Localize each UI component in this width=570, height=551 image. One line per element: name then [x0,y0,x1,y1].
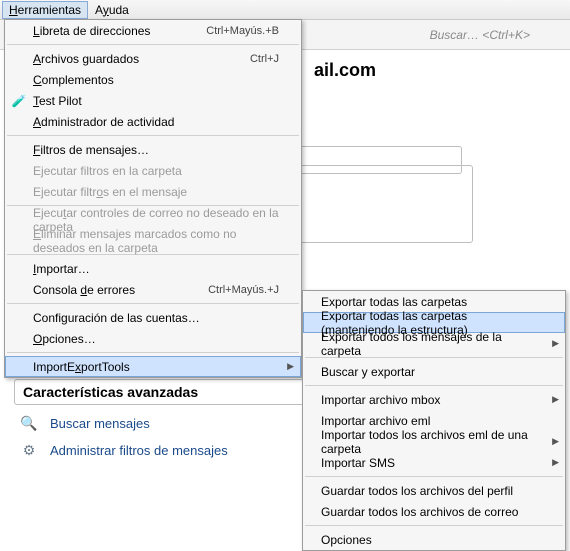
submenu-opciones[interactable]: Opciones [303,529,565,550]
menu-libreta-direcciones[interactable]: Libreta de direcciones Libreta de direcc… [5,20,301,41]
label: Guardar todos los archivos de correo [321,505,518,519]
menu-administrador-actividad[interactable]: Administrador de actividad Administrador… [5,111,301,132]
submenu-buscar-exportar[interactable]: Buscar y exportar [303,361,565,382]
import-export-tools-submenu: Exportar todas las carpetas Exportar tod… [302,290,566,551]
label: Exportar todos los mensajes de la carpet… [321,330,543,358]
filter-icon: ⚙ [18,442,40,459]
label: Guardar todos los archivos del perfil [321,484,513,498]
shortcut: Ctrl+J [250,53,279,65]
menu-consola-errores[interactable]: Consola de errores Consola de errores Ct… [5,279,301,300]
label: Importar archivo mbox [321,393,440,407]
search-icon: 🔍 [18,415,40,432]
menu-complementos[interactable]: Complementos Complementos [5,69,301,90]
label: Importar SMS [321,456,395,470]
menu-separator [7,44,299,45]
label: Opciones [321,533,372,547]
label: Buscar y exportar [321,365,415,379]
menubar-herramientas[interactable]: HHerramientaserramientas [2,1,88,19]
label: Exportar todas las carpetas [321,295,467,309]
menu-filtros-mensajes[interactable]: Filtros de mensajes… Filtros de mensajes… [5,139,301,160]
test-pilot-icon: 🧪 [11,94,27,108]
chevron-right-icon: ▶ [287,361,294,372]
menu-separator [305,385,563,386]
menu-ejecutar-filtros-mensaje: Ejecutar filtros en el mensaje Ejecutar … [5,181,301,202]
submenu-importar-sms[interactable]: Importar SMS ▶ [303,452,565,473]
menu-configuracion-cuentas[interactable]: Configuración de las cuentas… Configurac… [5,307,301,328]
menubar: HHerramientaserramientas Ayuda Ayuda [0,0,570,20]
menu-separator [7,135,299,136]
link-search-messages-label: Buscar mensajes [50,416,150,431]
menu-eliminar-no-deseados: Eliminar mensajes marcados como no desea… [5,230,301,251]
menu-importar[interactable]: Importar… Importar… [5,258,301,279]
menubar-ayuda[interactable]: Ayuda Ayuda [88,1,136,19]
menu-separator [305,525,563,526]
menu-separator [7,352,299,353]
herramientas-menu: Libreta de direcciones Libreta de direcc… [4,19,302,378]
label: Importar archivo eml [321,414,430,428]
chevron-right-icon: ▶ [552,436,559,447]
menu-separator [305,476,563,477]
menu-archivos-guardados[interactable]: Archivos guardados Archivos guardados Ct… [5,48,301,69]
chevron-right-icon: ▶ [552,338,559,349]
submenu-importar-mbox[interactable]: Importar archivo mbox ▶ [303,389,565,410]
link-manage-filters-label: Administrar filtros de mensajes [50,443,228,458]
menu-import-export-tools[interactable]: ImportExportTools ImportExportTools ▶ [5,356,301,377]
menu-ejecutar-filtros-carpeta: Ejecutar filtros en la carpeta Ejecutar … [5,160,301,181]
menu-test-pilot[interactable]: 🧪 Test Pilot Test Pilot [5,90,301,111]
submenu-exportar-todos-mensajes[interactable]: Exportar todos los mensajes de la carpet… [303,333,565,354]
menu-separator [7,303,299,304]
shortcut: Ctrl+Mayús.+J [208,284,279,296]
chevron-right-icon: ▶ [552,457,559,468]
shortcut: Ctrl+Mayús.+B [206,25,279,37]
search-input[interactable]: Buscar… <Ctrl+K> [430,28,530,42]
submenu-importar-todos-eml[interactable]: Importar todos los archivos eml de una c… [303,431,565,452]
submenu-guardar-archivos-correo[interactable]: Guardar todos los archivos de correo [303,501,565,522]
chevron-right-icon: ▶ [552,394,559,405]
menu-opciones[interactable]: Opciones… Opciones… [5,328,301,349]
submenu-guardar-archivos-perfil[interactable]: Guardar todos los archivos del perfil [303,480,565,501]
